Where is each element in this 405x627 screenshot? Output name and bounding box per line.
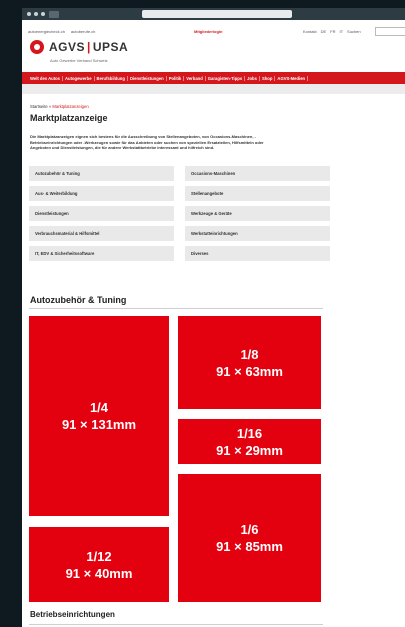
nav-item[interactable]: Garagisten-Tipps [206,75,246,81]
category-button[interactable]: Werkstatteinrichtungen [185,226,330,241]
ad-slot-sixteenth[interactable]: 1/16 91 × 29mm [178,419,321,464]
category-button[interactable]: Werkzeuge & Geräte [185,206,330,221]
category-button[interactable]: Diverses [185,246,330,261]
nav-item[interactable]: Autogewerbe [63,75,95,81]
nav-item[interactable]: Jobs [245,75,260,81]
page-title: Marktplatzanzeige [30,113,108,123]
ad-size: 91 × 63mm [216,363,283,379]
category-button[interactable]: Autozubehör & Tuning [29,166,174,181]
category-button[interactable]: Verbrauchsmaterial & Hilfsmittel [29,226,174,241]
section-divider [29,624,323,625]
maximize-dot-icon[interactable] [41,12,45,16]
category-button[interactable]: Occasions-Maschinen [185,166,330,181]
ad-fraction: 1/8 [240,346,259,362]
logo-text: AGVS | UPSA [49,40,128,54]
logo-separator: | [87,40,91,54]
category-button[interactable]: Stellenangebote [185,186,330,201]
ad-size: 91 × 40mm [65,565,133,581]
logo-agvs: AGVS [49,40,86,54]
breadcrumb: Startseite » Marktplatzanzeigen [30,104,89,109]
logo[interactable]: AGVS | UPSA [30,40,128,54]
nav-item[interactable]: Shop [260,75,276,81]
ad-slot-twelfth[interactable]: 1/12 91 × 40mm [29,527,169,602]
breadcrumb-current: Marktplatzanzeigen [52,104,89,109]
browser-toolbar [22,8,405,20]
ad-fraction: 1/6 [240,522,259,537]
ad-slot-sixth[interactable]: 1/6 91 × 85mm [178,474,321,602]
member-login-link[interactable]: Mitgliederlogin [194,29,222,34]
section-divider [29,308,323,309]
ad-fraction: 1/4 [89,400,109,415]
search-label: Suchen [347,28,361,34]
nav-item[interactable]: AGVS-Medien [275,75,309,81]
ad-fraction: 1/16 [236,425,263,441]
header-link[interactable]: autoberufe.ch [71,29,95,34]
window-controls[interactable] [27,12,45,16]
ad-size: 91 × 29mm [216,442,283,458]
category-button[interactable]: Dienstleistungen [29,206,174,221]
ad-slot-quarter[interactable]: 1/4 91 × 131mm [29,316,169,516]
contact-link[interactable]: Kontakt [303,29,317,34]
category-grid: Autozubehör & Tuning Occasions-Maschinen… [29,166,330,261]
tagline: Auto Gewerbe Verband Schweiz [50,58,108,63]
logo-mark-icon [30,40,44,54]
category-button[interactable]: Aus- & Weiterbildung [29,186,174,201]
section-title: Autozubehör & Tuning [30,295,127,305]
top-utility-bar: autoenergiecheck.ch autoberufe.ch Mitgli… [28,27,405,36]
address-bar[interactable] [142,10,292,18]
nav-item[interactable]: Welt des Autos [28,75,64,81]
lang-de-link[interactable]: DE [321,29,327,34]
back-button[interactable] [49,10,59,18]
browser-window: autoenergiecheck.ch autoberufe.ch Mitgli… [0,0,405,627]
breadcrumb-home[interactable]: Startseite [30,104,48,109]
sub-nav-bar [22,84,405,94]
section-title: Betriebseinrichtungen [30,610,115,619]
main-nav: Welt des Autos Autogewerbe Berufsbildung… [22,72,405,84]
logo-upsa: UPSA [92,40,129,54]
nav-item[interactable]: Dienstleistungen [128,75,167,81]
nav-item[interactable]: Berufsbildung [95,75,128,81]
nav-item[interactable]: Politik [167,75,185,81]
close-dot-icon[interactable] [27,12,31,16]
ad-size: 91 × 85mm [216,539,283,554]
intro-text: Die Marktplatzanzeigen eignen sich beste… [30,134,264,151]
ad-size: 91 × 131mm [61,417,137,432]
category-button[interactable]: IT, EDV & Sicherheitssoftware [29,246,174,261]
search-input[interactable] [375,27,405,36]
lang-it-link[interactable]: IT [339,29,343,34]
lang-fr-link[interactable]: FR [330,29,335,34]
ad-fraction: 1/12 [86,548,112,564]
minimize-dot-icon[interactable] [34,12,38,16]
ad-slot-eighth[interactable]: 1/8 91 × 63mm [178,316,321,409]
header-link[interactable]: autoenergiecheck.ch [28,29,65,34]
nav-item[interactable]: Verband [184,75,206,81]
left-margin [0,0,22,627]
